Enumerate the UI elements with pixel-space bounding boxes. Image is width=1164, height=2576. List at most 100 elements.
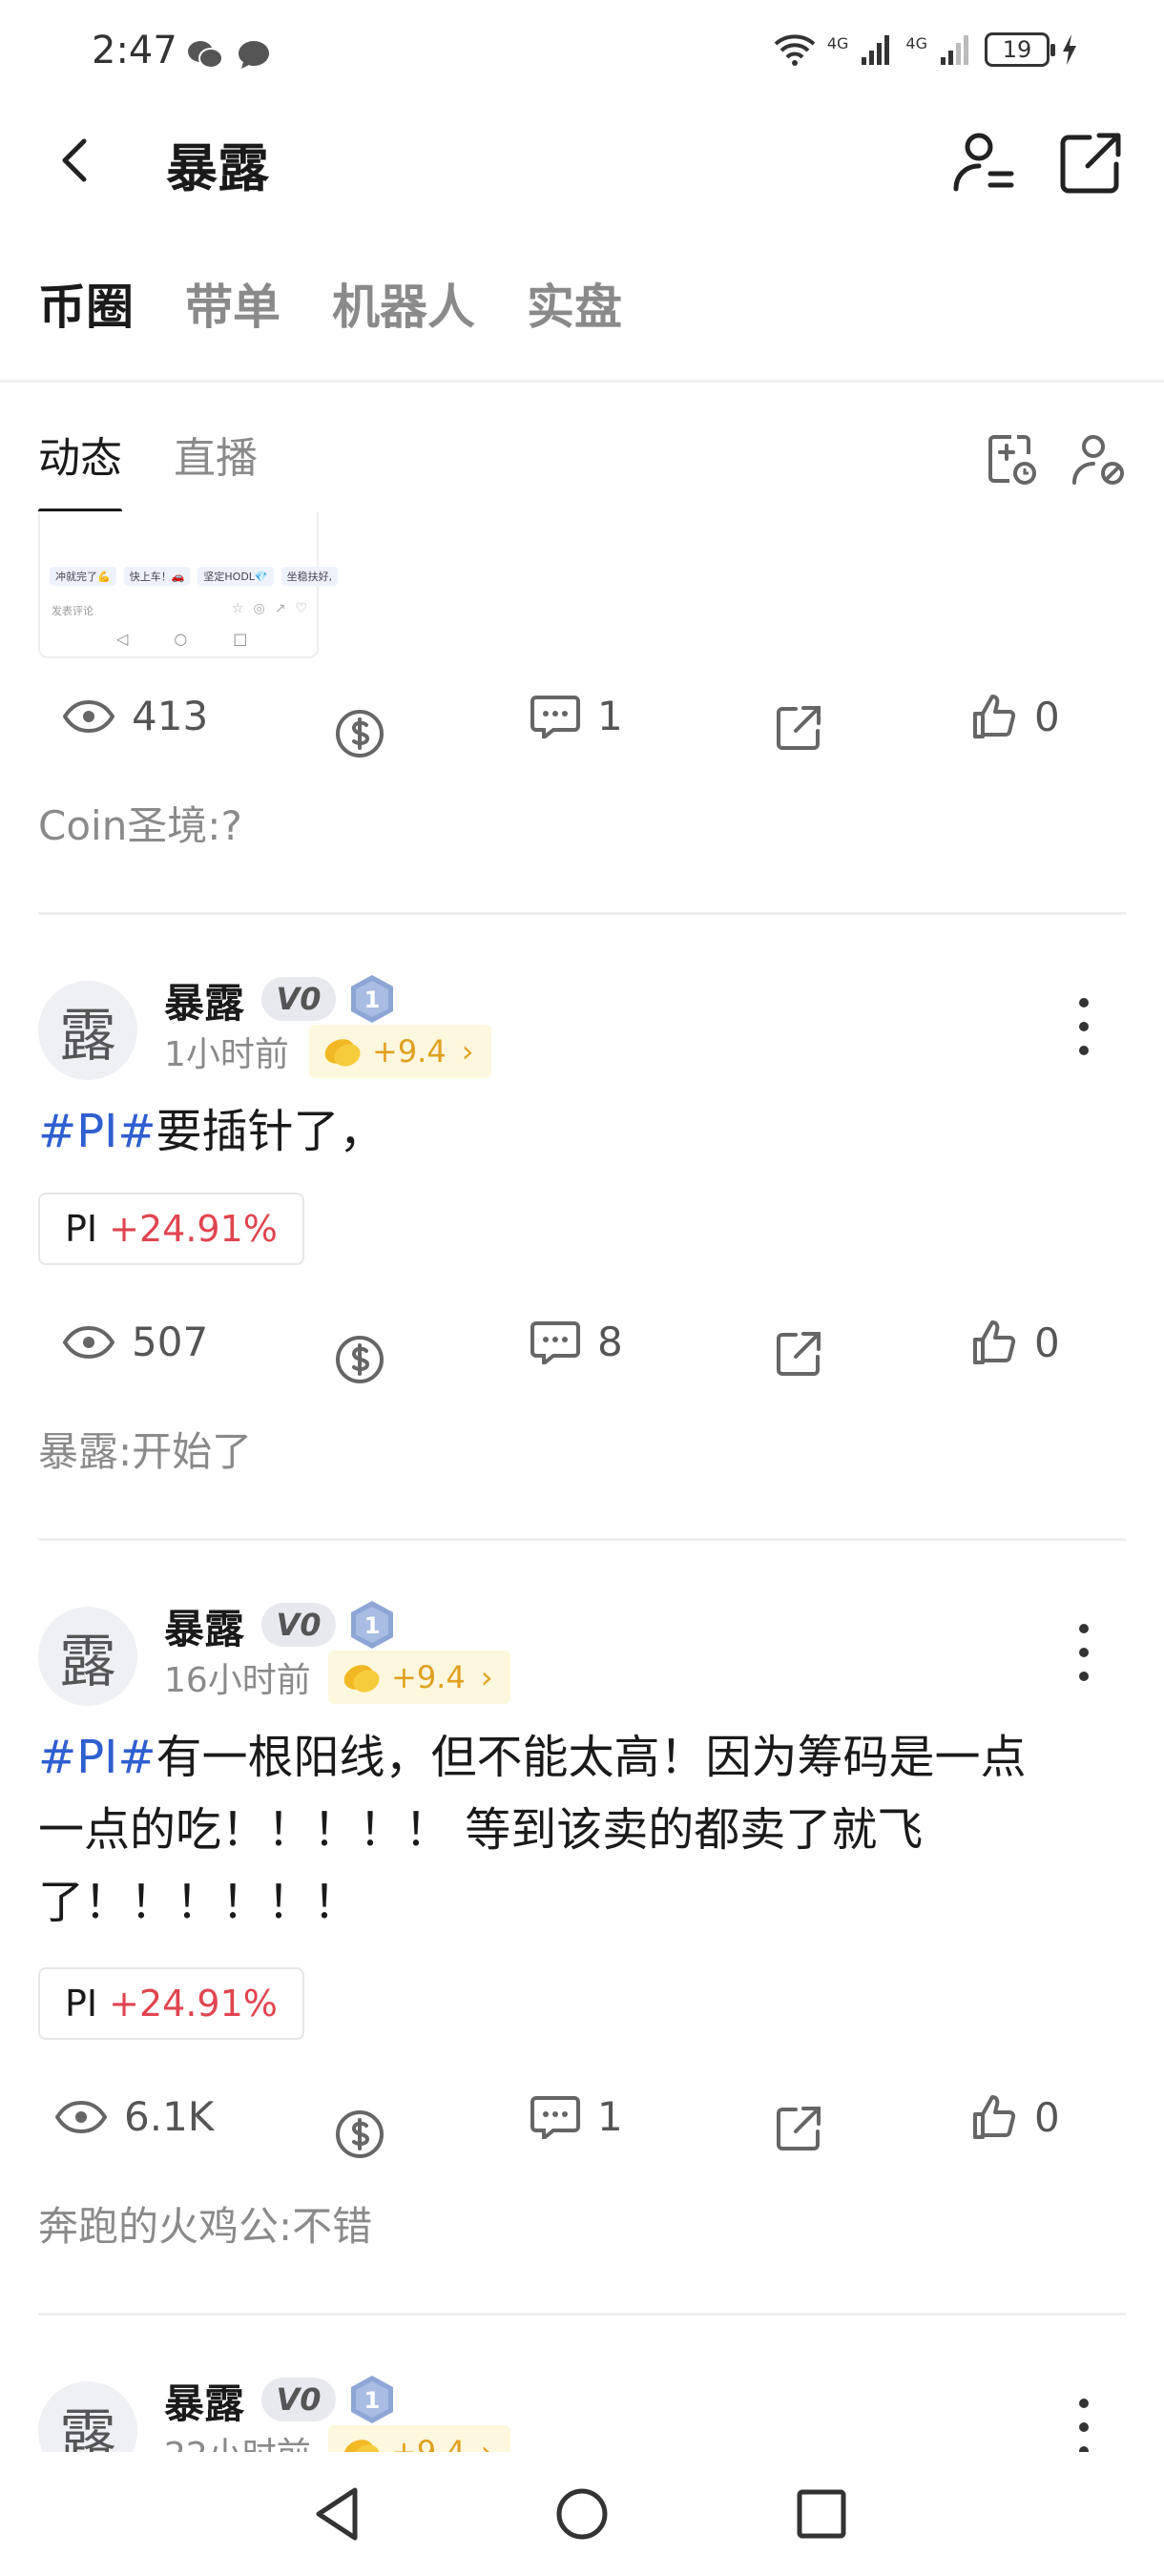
- coin-tag[interactable]: PI +24.91%: [38, 1193, 304, 1265]
- signal-icon-2: [941, 35, 968, 65]
- reward-value: +9.4: [391, 1659, 466, 1695]
- page-title: 暴露: [166, 138, 269, 198]
- tab-live[interactable]: 直播: [174, 424, 258, 513]
- status-bar: 2:47 4G 4G 19: [0, 0, 1164, 105]
- home-circle-icon[interactable]: [549, 2481, 615, 2547]
- comments-count: 1: [597, 693, 623, 739]
- more-options-button[interactable]: [1074, 998, 1093, 1055]
- user-profile-icon[interactable]: [950, 130, 1017, 197]
- avatar[interactable]: 露: [38, 1607, 137, 1706]
- chevron-right-icon: ›: [480, 2434, 493, 2452]
- battery-indicator: 19: [985, 32, 1055, 67]
- post-header: 露 暴露 V0 1 22小时前 +9.4 ›: [0, 2372, 1164, 2452]
- thumbs-up-icon: ♡: [295, 601, 307, 616]
- post-time: 1小时前: [164, 1035, 289, 1074]
- coin-stack-icon: [324, 1039, 361, 1067]
- share-icon: ↗: [274, 601, 286, 616]
- author-name[interactable]: 暴露: [164, 1597, 244, 1655]
- recents-square-icon: □: [233, 630, 248, 648]
- author-name[interactable]: 暴露: [164, 2372, 244, 2430]
- views-count: 507: [132, 1319, 209, 1365]
- recents-square-icon[interactable]: [788, 2481, 855, 2547]
- comments-stat[interactable]: 8: [530, 1319, 623, 1365]
- feed[interactable]: 冲就完了💪 快上车！🚗 坚定HODL💎 坐稳扶好, 发表评论 ☆ ◎ ↗ ♡ ◁ ○ □ …: [0, 511, 1164, 2452]
- tab-copy-trading[interactable]: 带单: [185, 269, 281, 338]
- signal-icon-1: [862, 35, 890, 65]
- reward-value: +9.4: [372, 1033, 447, 1070]
- views-stat: 6.1K: [55, 2093, 214, 2140]
- level-badge-icon: 1: [351, 975, 393, 1023]
- reward-value: +9.4: [391, 2434, 466, 2452]
- thumbnail-chip: 快上车！🚗: [123, 567, 191, 586]
- tab-robot[interactable]: 机器人: [332, 269, 475, 338]
- message-icon: [239, 41, 269, 69]
- notification-icons: [187, 38, 271, 71]
- comments-count: 1: [597, 2093, 623, 2140]
- post-time: 22小时前: [164, 2427, 311, 2452]
- likes-count: 0: [1034, 2093, 1060, 2141]
- hashtag[interactable]: #PI#: [38, 1105, 156, 1158]
- more-options-button[interactable]: [1074, 2399, 1093, 2452]
- post-separator: [38, 912, 1126, 915]
- tip-coin-icon[interactable]: [334, 708, 385, 759]
- post-body[interactable]: #PI#要插针了，: [38, 1095, 1126, 1168]
- comment-preview[interactable]: 奔跑的火鸡公:不错: [38, 2194, 372, 2253]
- tab-live-trading[interactable]: 实盘: [527, 269, 622, 338]
- tab-coin-circle[interactable]: 币圈: [38, 269, 134, 338]
- add-post-icon[interactable]: [983, 431, 1038, 487]
- back-arrow-icon[interactable]: [48, 132, 105, 189]
- level-badge-icon: 1: [351, 2376, 393, 2423]
- avatar[interactable]: 露: [38, 981, 137, 1080]
- hashtag[interactable]: #PI#: [38, 1731, 156, 1784]
- likes-stat[interactable]: 0: [969, 1319, 1060, 1366]
- share-post-icon[interactable]: [775, 704, 822, 752]
- main-tabs: 币圈 带单 机器人 实盘: [38, 269, 622, 338]
- avatar[interactable]: 露: [38, 2381, 137, 2452]
- views-count: 6.1K: [124, 2093, 215, 2140]
- coin-stack-icon: [343, 2440, 380, 2452]
- coin-symbol: PI: [65, 1208, 98, 1250]
- star-icon: ☆: [231, 601, 244, 616]
- sub-tabs: 动态 直播: [38, 424, 258, 513]
- eye-icon: [55, 2100, 107, 2133]
- share-post-icon[interactable]: [775, 2105, 822, 2152]
- reward-chip[interactable]: +9.4 ›: [328, 1651, 510, 1704]
- tab-feed[interactable]: 动态: [38, 424, 122, 513]
- coin-icon: ◎: [253, 601, 265, 616]
- coin-change: +24.91%: [109, 1983, 278, 2025]
- comment-preview[interactable]: Coin圣境:?: [38, 794, 242, 852]
- comments-count: 8: [597, 1319, 623, 1365]
- post-time: 16小时前: [164, 1661, 311, 1700]
- reward-chip[interactable]: +9.4 ›: [328, 2425, 510, 2452]
- tip-coin-icon[interactable]: [334, 1334, 385, 1385]
- vip-badge: V0: [261, 2378, 336, 2421]
- eye-icon: [63, 699, 114, 733]
- comment-preview[interactable]: 暴露:开始了: [38, 1420, 252, 1478]
- wechat-icon: [188, 41, 223, 69]
- author-name[interactable]: 暴露: [164, 971, 244, 1029]
- likes-count: 0: [1034, 693, 1060, 740]
- comment-icon: [530, 695, 580, 738]
- share-icon[interactable]: [1057, 130, 1124, 197]
- comments-stat[interactable]: 1: [530, 2093, 623, 2140]
- post-separator: [38, 2313, 1126, 2316]
- coin-tag[interactable]: PI +24.91%: [38, 1967, 304, 2040]
- share-post-icon[interactable]: [775, 1330, 822, 1378]
- likes-stat[interactable]: 0: [969, 2093, 1060, 2141]
- thumbs-up-icon: [973, 1320, 1016, 1364]
- vip-badge: V0: [261, 1603, 336, 1647]
- user-settings-icon[interactable]: [1070, 431, 1126, 487]
- likes-stat[interactable]: 0: [969, 693, 1060, 740]
- tip-coin-icon[interactable]: [334, 2109, 385, 2160]
- post-image-thumbnail[interactable]: 冲就完了💪 快上车！🚗 坚定HODL💎 坐稳扶好, 发表评论 ☆ ◎ ↗ ♡ ◁ ○ □: [38, 511, 339, 658]
- level-number: 1: [364, 1612, 381, 1639]
- post-body[interactable]: #PI#有一根阳线，但不能太高！因为筹码是一点 一点的吃！！！！！ 等到该卖的都…: [38, 1721, 1126, 1939]
- eye-icon: [63, 1325, 114, 1359]
- thumbnail-action-icons: ☆ ◎ ↗ ♡: [232, 601, 307, 616]
- back-triangle-icon[interactable]: [305, 2481, 372, 2547]
- more-options-button[interactable]: [1074, 1624, 1093, 1681]
- level-badge-icon: 1: [351, 1601, 393, 1649]
- comments-stat[interactable]: 1: [530, 693, 623, 739]
- status-time: 2:47: [92, 29, 177, 73]
- reward-chip[interactable]: +9.4 ›: [309, 1025, 491, 1078]
